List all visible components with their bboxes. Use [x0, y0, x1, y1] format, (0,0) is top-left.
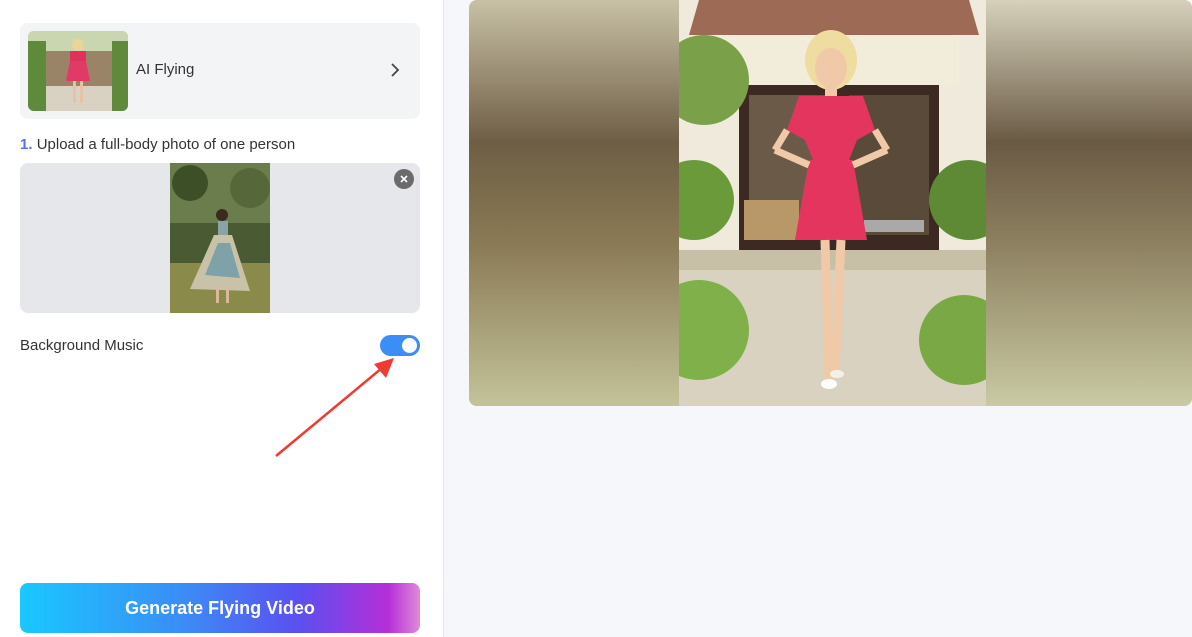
background-music-toggle[interactable]: [380, 335, 420, 356]
background-music-label: Background Music: [20, 337, 144, 354]
upload-step-label: 1. Upload a full-body photo of one perso…: [20, 136, 295, 153]
generate-video-button[interactable]: Generate Flying Video: [20, 583, 420, 633]
toggle-knob: [402, 338, 417, 353]
preview-main-photo: [679, 0, 986, 406]
uploaded-photo: [170, 163, 270, 313]
chevron-right-icon: [388, 61, 402, 79]
settings-panel: AI Flying 1. Upload a full-body photo of…: [0, 0, 444, 637]
step-text: Upload a full-body photo of one person: [36, 136, 296, 153]
preview-blur-left: [469, 0, 679, 406]
remove-photo-button[interactable]: [394, 169, 414, 189]
preview-blur-right: [986, 0, 1192, 406]
annotation-arrow: [275, 358, 394, 457]
upload-area[interactable]: [20, 163, 420, 313]
close-icon: [400, 175, 408, 183]
effect-selector[interactable]: AI Flying: [20, 23, 420, 119]
step-number: 1.: [20, 136, 33, 153]
preview-image: [469, 0, 1192, 406]
effect-thumbnail: [28, 31, 128, 111]
effect-name: AI Flying: [136, 61, 195, 78]
